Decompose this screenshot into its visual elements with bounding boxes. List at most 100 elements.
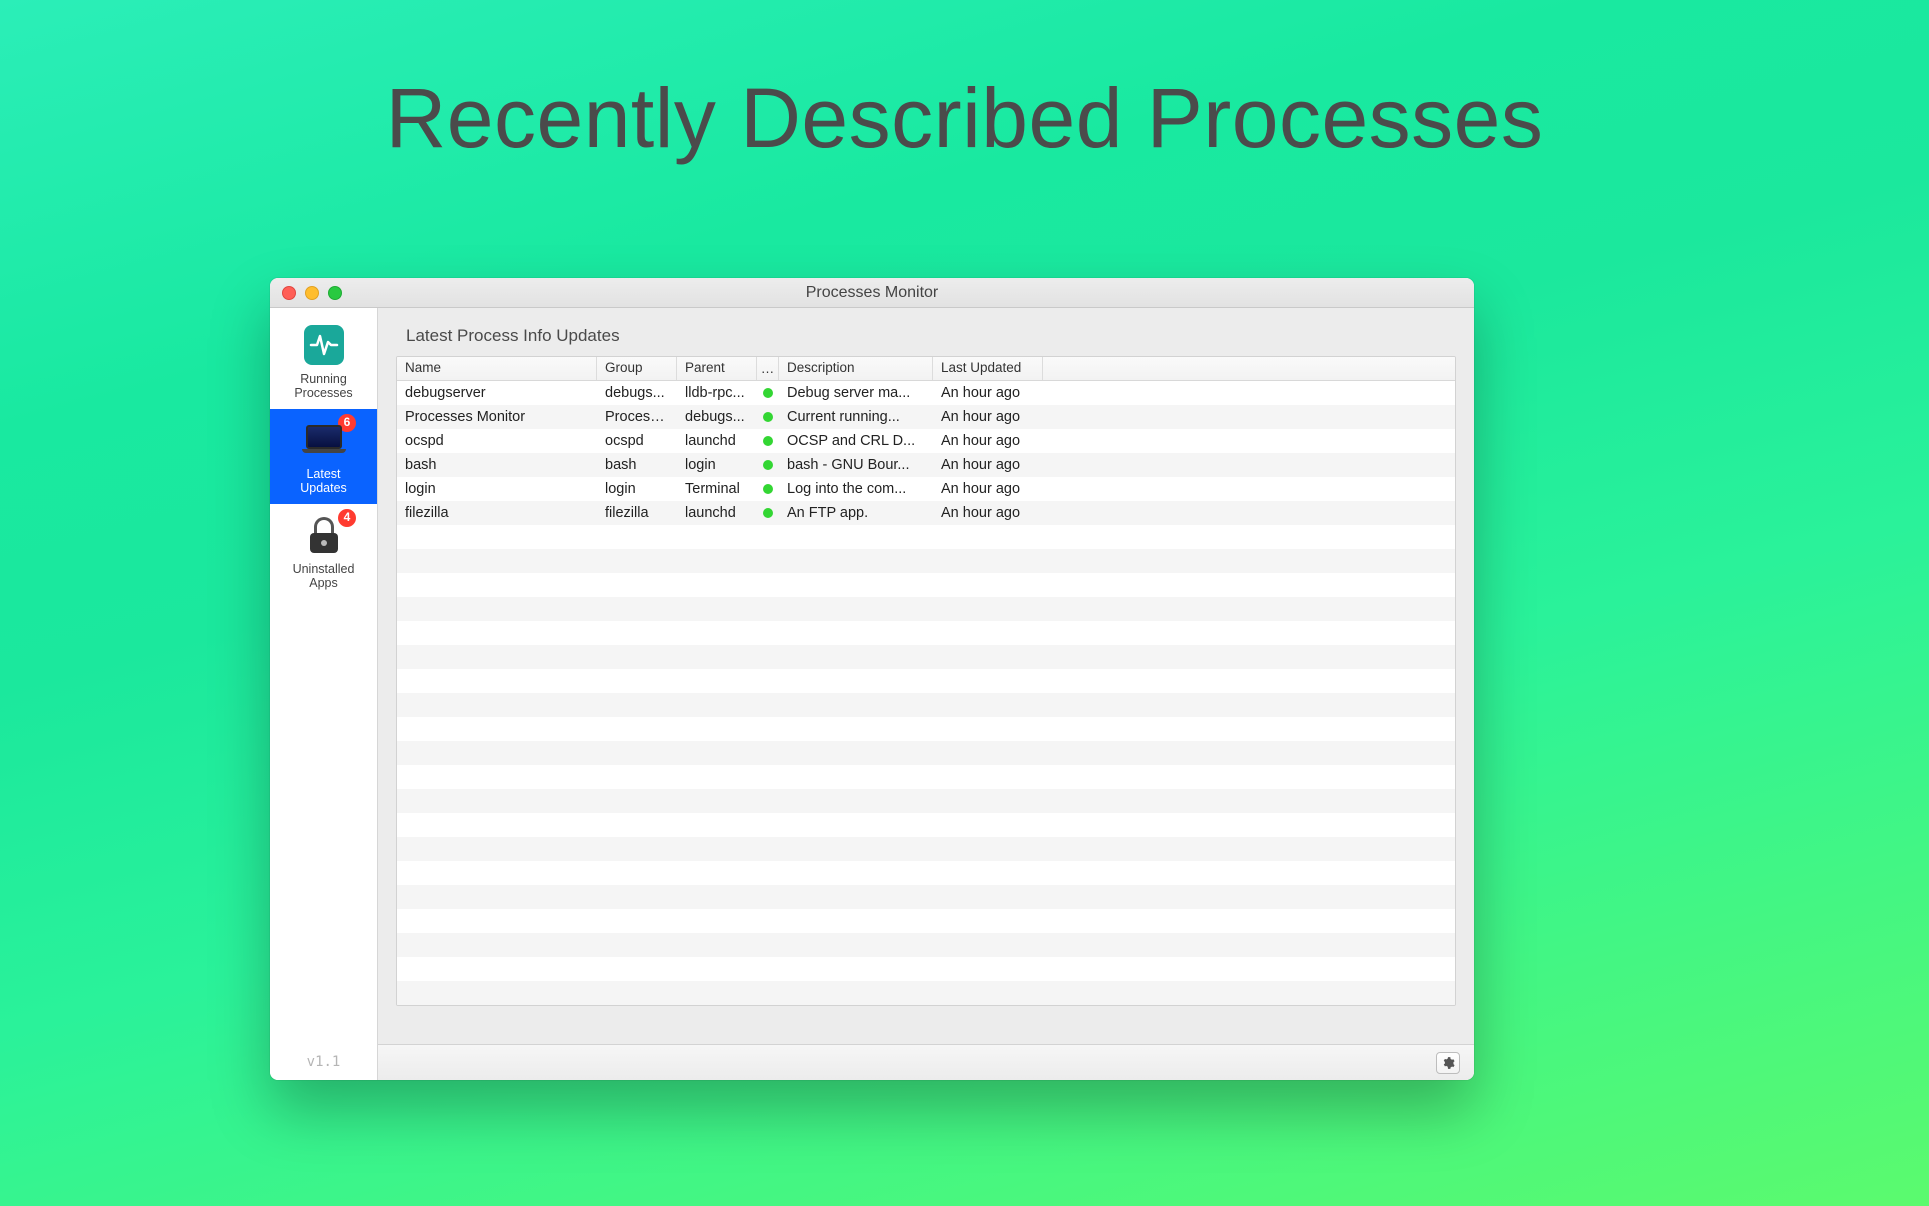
version-label: v1.1 <box>270 1044 377 1080</box>
sidebar-item-latest-updates[interactable]: 6 Latest Updates <box>270 409 377 504</box>
sidebar-item-label: Processes <box>294 386 352 400</box>
cell-group: ocspd <box>597 433 677 449</box>
table-row-empty <box>397 885 1455 909</box>
status-dot-icon <box>763 484 773 494</box>
table-row[interactable]: Processes MonitorProcess...debugs... Curr… <box>397 405 1455 429</box>
cell-name: ocspd <box>397 433 597 449</box>
table-row-empty <box>397 789 1455 813</box>
cell-description: OCSP and CRL D... <box>779 433 933 449</box>
table-row[interactable]: filezillafilezillalaunchdAn FTP app.An h… <box>397 501 1455 525</box>
table-row-empty <box>397 741 1455 765</box>
table-row-empty <box>397 765 1455 789</box>
sidebar-item-label: Running <box>300 372 347 386</box>
status-dot-icon <box>763 460 773 470</box>
table-row-empty <box>397 669 1455 693</box>
table-row-empty <box>397 837 1455 861</box>
cell-parent: Terminal <box>677 481 757 497</box>
table-row-empty <box>397 645 1455 669</box>
cell-description: Debug server ma... <box>779 385 933 401</box>
table-row[interactable]: loginloginTerminalLog into the com...An … <box>397 477 1455 501</box>
sidebar: Running Processes 6 Latest Updates 4 <box>270 308 378 1080</box>
cell-group: Process... <box>597 409 677 425</box>
process-table: Name Group Parent … Description Last Upd… <box>396 356 1456 1006</box>
cell-last-updated: An hour ago <box>933 433 1455 449</box>
cell-parent: launchd <box>677 505 757 521</box>
cell-group: login <box>597 481 677 497</box>
column-header-description[interactable]: Description <box>779 357 933 380</box>
cell-status <box>757 412 779 422</box>
cell-description: An FTP app. <box>779 505 933 521</box>
footer-bar <box>378 1044 1474 1080</box>
main-panel: Latest Process Info Updates Name Group P… <box>378 308 1474 1080</box>
table-row-empty <box>397 693 1455 717</box>
table-row-empty <box>397 621 1455 645</box>
table-row-empty <box>397 573 1455 597</box>
table-row-empty <box>397 717 1455 741</box>
table-row[interactable]: ocspdocspdlaunchdOCSP and CRL D...An hou… <box>397 429 1455 453</box>
cell-group: bash <box>597 457 677 473</box>
cell-description: Current running... <box>779 409 933 425</box>
column-header-spacer <box>1043 357 1455 380</box>
status-dot-icon <box>763 412 773 422</box>
table-row[interactable]: debugserverdebugs...lldb-rpc... Debug ser… <box>397 381 1455 405</box>
cell-last-updated: An hour ago <box>933 409 1455 425</box>
cell-parent: lldb-rpc... <box>677 385 757 401</box>
sidebar-item-running-processes[interactable]: Running Processes <box>270 314 377 409</box>
titlebar[interactable]: Processes Monitor <box>270 278 1474 308</box>
table-row-empty <box>397 549 1455 573</box>
cell-parent: debugs... <box>677 409 757 425</box>
laptop-icon <box>302 425 346 455</box>
cell-group: filezilla <box>597 505 677 521</box>
table-header-row: Name Group Parent … Description Last Upd… <box>397 357 1455 381</box>
cell-status <box>757 460 779 470</box>
cell-status <box>757 436 779 446</box>
table-row-empty <box>397 597 1455 621</box>
table-row-empty <box>397 525 1455 549</box>
sidebar-item-uninstalled-apps[interactable]: 4 Uninstalled Apps <box>270 504 377 599</box>
column-header-status[interactable]: … <box>757 357 779 380</box>
column-header-group[interactable]: Group <box>597 357 677 380</box>
cell-group: debugs... <box>597 385 677 401</box>
table-row-empty <box>397 861 1455 885</box>
cell-name: debugserver <box>397 385 597 401</box>
status-dot-icon <box>763 436 773 446</box>
cell-name: bash <box>397 457 597 473</box>
table-row-empty <box>397 933 1455 957</box>
cell-name: filezilla <box>397 505 597 521</box>
status-dot-icon <box>763 508 773 518</box>
window-title: Processes Monitor <box>270 284 1474 302</box>
sidebar-item-label: Uninstalled <box>293 562 355 576</box>
table-row-empty <box>397 909 1455 933</box>
table-row-empty <box>397 981 1455 1005</box>
cell-last-updated: An hour ago <box>933 505 1455 521</box>
hero-title: Recently Described Processes <box>0 0 1929 167</box>
table-row-empty <box>397 957 1455 981</box>
cell-last-updated: An hour ago <box>933 385 1455 401</box>
badge-count: 4 <box>337 508 357 528</box>
app-window: Processes Monitor Running Processes 6 <box>270 278 1474 1080</box>
sidebar-item-label: Updates <box>300 481 347 495</box>
cell-description: bash - GNU Bour... <box>779 457 933 473</box>
sidebar-item-label: Latest <box>306 467 340 481</box>
settings-button[interactable] <box>1436 1052 1460 1074</box>
table-row[interactable]: bashbashloginbash - GNU Bour...An hour a… <box>397 453 1455 477</box>
column-header-name[interactable]: Name <box>397 357 597 380</box>
panel-title: Latest Process Info Updates <box>378 308 1474 356</box>
cell-status <box>757 388 779 398</box>
status-dot-icon <box>763 388 773 398</box>
cell-description: Log into the com... <box>779 481 933 497</box>
cell-parent: login <box>677 457 757 473</box>
table-row-empty <box>397 813 1455 837</box>
cell-name: login <box>397 481 597 497</box>
cell-last-updated: An hour ago <box>933 481 1455 497</box>
cell-name: Processes Monitor <box>397 409 597 425</box>
cell-status <box>757 508 779 518</box>
cell-parent: launchd <box>677 433 757 449</box>
cell-status <box>757 484 779 494</box>
lock-icon <box>308 517 340 553</box>
column-header-parent[interactable]: Parent <box>677 357 757 380</box>
gear-icon <box>1441 1056 1455 1070</box>
cell-last-updated: An hour ago <box>933 457 1455 473</box>
column-header-last-updated[interactable]: Last Updated <box>933 357 1043 380</box>
sidebar-item-label: Apps <box>309 576 338 590</box>
